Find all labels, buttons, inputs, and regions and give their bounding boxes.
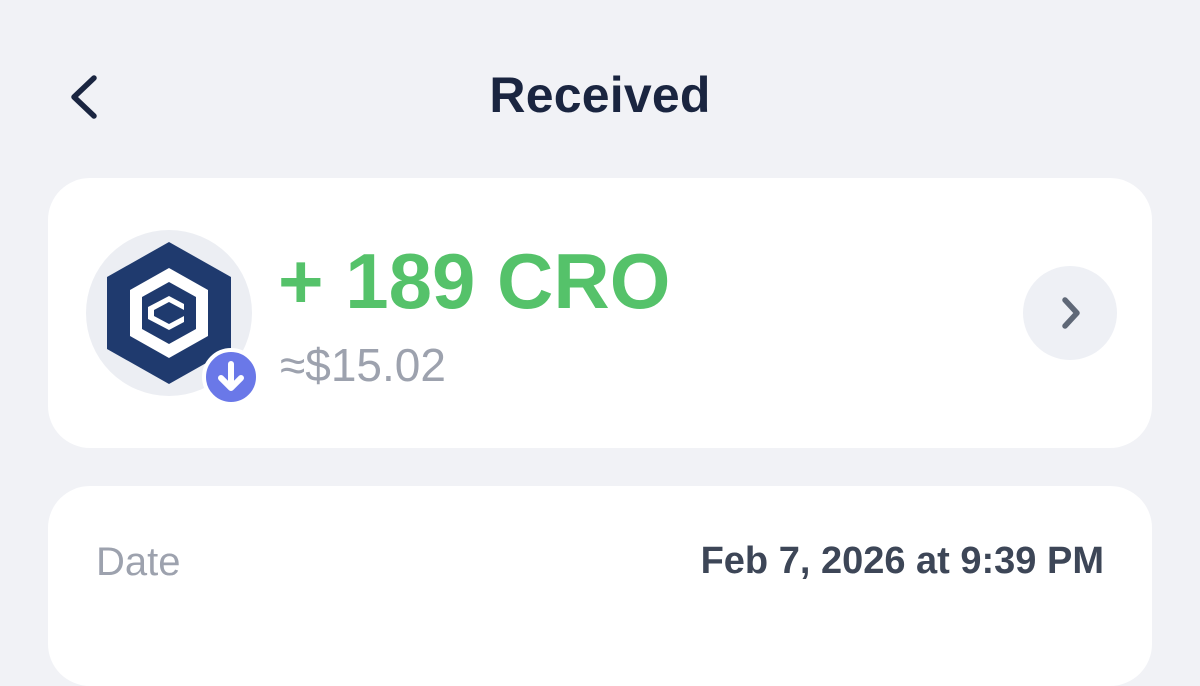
date-label: Date xyxy=(96,540,181,584)
details-button[interactable] xyxy=(1023,266,1117,360)
transaction-summary-card[interactable]: + 189 CRO ≈$15.02 xyxy=(48,178,1152,448)
direction-badge xyxy=(202,348,260,406)
header: Received xyxy=(0,0,1200,190)
arrow-down-icon xyxy=(218,361,244,391)
transaction-details-card: Date Feb 7, 2026 at 9:39 PM xyxy=(48,486,1152,686)
chevron-right-icon xyxy=(1062,297,1080,329)
date-value: Feb 7, 2026 at 9:39 PM xyxy=(700,540,1104,582)
transaction-amount: + 189 CRO xyxy=(278,237,671,325)
page-title: Received xyxy=(489,67,711,123)
fiat-value: ≈$15.02 xyxy=(280,339,446,391)
